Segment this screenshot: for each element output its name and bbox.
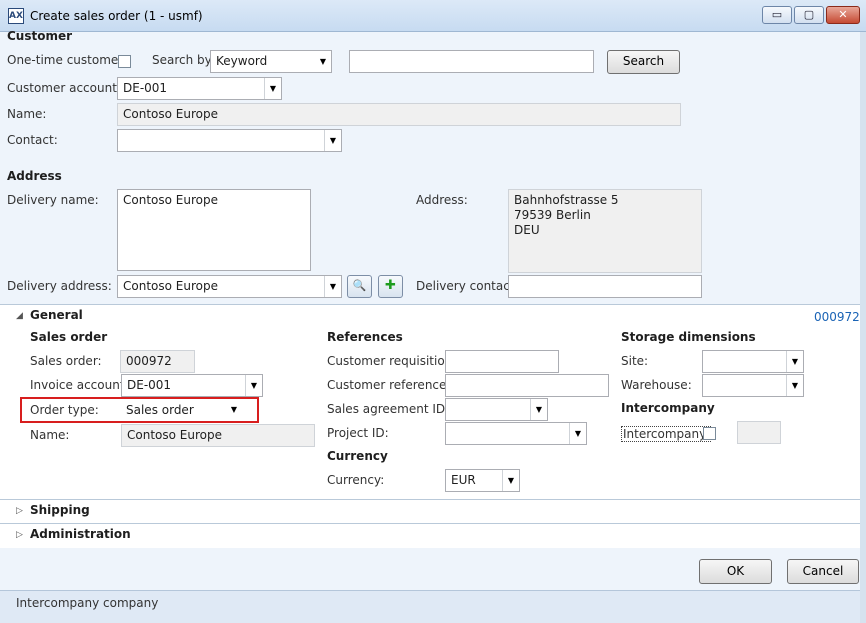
customer-requisition-field[interactable] (445, 350, 559, 373)
address-field: Bahnhofstrasse 5 79539 Berlin DEU (508, 189, 702, 273)
intercompany-checkbox[interactable] (703, 427, 716, 440)
window-title: Create sales order (1 - usmf) (30, 9, 203, 23)
sales-order-label: Sales order: (30, 354, 102, 368)
invoice-account-label: Invoice account: (30, 378, 129, 392)
maximize-button[interactable]: ▢ (794, 6, 824, 24)
address-lookup-button[interactable]: 🔍 (347, 275, 372, 298)
collapse-icon[interactable]: ◢ (16, 311, 23, 321)
dropdown-arrow-icon[interactable]: ▼ (530, 399, 547, 420)
expand-icon[interactable]: ▷ (16, 530, 23, 540)
sales-order-header: Sales order (30, 330, 108, 344)
dropdown-arrow-icon[interactable]: ▼ (245, 375, 262, 396)
contact-label: Contact: (7, 133, 58, 147)
customer-account-value: DE-001 (123, 81, 168, 95)
address-label: Address: (416, 193, 468, 207)
project-id-label: Project ID: (327, 426, 389, 440)
customer-name-field: Contoso Europe (117, 103, 681, 126)
sales-agreement-label: Sales agreement ID: (327, 402, 450, 416)
currency-value: EUR (451, 473, 476, 487)
dropdown-arrow-icon[interactable]: ▼ (264, 78, 281, 99)
search-by-value: Keyword (216, 54, 268, 68)
divider (0, 523, 860, 524)
project-id-combo[interactable]: ▼ (445, 422, 587, 445)
plus-icon: ✚ (385, 278, 396, 293)
address-line: DEU (514, 223, 540, 237)
invoice-account-value: DE-001 (127, 378, 172, 392)
customer-account-label: Customer account: (7, 81, 121, 95)
cancel-button[interactable]: Cancel (787, 559, 859, 584)
search-button[interactable]: Search (607, 50, 680, 74)
search-input[interactable] (349, 50, 594, 73)
sales-agreement-combo[interactable]: ▼ (445, 398, 548, 421)
delivery-address-label: Delivery address: (7, 279, 112, 293)
delivery-name-field[interactable]: Contoso Europe (117, 189, 311, 271)
order-type-label: Order type: (30, 403, 99, 417)
sales-order-id-field: 000972 (120, 350, 195, 373)
intercompany-header: Intercompany (621, 401, 715, 415)
one-time-customer-checkbox[interactable] (118, 55, 131, 68)
expand-icon[interactable]: ▷ (16, 506, 23, 516)
site-combo[interactable]: ▼ (702, 350, 804, 373)
tab-shipping[interactable]: Shipping (30, 503, 90, 517)
address-line: 79539 Berlin (514, 208, 591, 222)
dropdown-arrow-icon[interactable]: ▼ (324, 276, 341, 297)
ok-button[interactable]: OK (699, 559, 772, 584)
storage-dimensions-header: Storage dimensions (621, 330, 756, 344)
address-header: Address (7, 169, 62, 183)
customer-header: Customer (7, 29, 73, 43)
address-line: Bahnhofstrasse 5 (514, 193, 619, 207)
invoice-account-combo[interactable]: DE-001 ▼ (121, 374, 263, 397)
divider (0, 499, 860, 500)
order-type-select[interactable]: Sales order ▼ (120, 399, 243, 421)
delivery-address-combo[interactable]: Contoso Europe ▼ (117, 275, 342, 298)
dropdown-arrow-icon[interactable]: ▼ (324, 130, 341, 151)
warehouse-combo[interactable]: ▼ (702, 374, 804, 397)
delivery-name-label: Delivery name: (7, 193, 99, 207)
site-label: Site: (621, 354, 649, 368)
search-by-label: Search by: (152, 53, 215, 67)
contact-combo[interactable]: ▼ (117, 129, 342, 152)
one-time-customer-label: One-time customer: (7, 53, 128, 67)
address-book-icon: 🔍 (352, 279, 367, 292)
currency-combo[interactable]: EUR ▼ (445, 469, 520, 492)
currency-header: Currency (327, 449, 388, 463)
warehouse-label: Warehouse: (621, 378, 692, 392)
minimize-button[interactable]: ▭ (762, 6, 792, 24)
references-header: References (327, 330, 403, 344)
app-icon: AX (8, 8, 24, 24)
general-summary: 000972 (814, 310, 860, 324)
dropdown-arrow-icon[interactable]: ▼ (502, 470, 519, 491)
customer-reference-label: Customer reference: (327, 378, 451, 392)
dropdown-arrow-icon[interactable]: ▼ (569, 423, 586, 444)
general-name-field: Contoso Europe (121, 424, 315, 447)
delivery-address-value: Contoso Europe (123, 279, 218, 293)
general-name-label: Name: (30, 428, 70, 442)
tab-general[interactable]: General (30, 308, 83, 322)
delivery-contact-label: Delivery contact: (416, 279, 519, 293)
order-type-value: Sales order (126, 403, 194, 417)
dropdown-arrow-icon: ▼ (319, 57, 327, 66)
close-button[interactable]: ✕ (826, 6, 860, 24)
dropdown-arrow-icon[interactable]: ▼ (786, 351, 803, 372)
intercompany-label: Intercompany: (621, 426, 712, 442)
divider (0, 304, 860, 305)
dropdown-arrow-icon: ▼ (230, 405, 238, 414)
currency-label: Currency: (327, 473, 385, 487)
search-by-select[interactable]: Keyword ▼ (210, 50, 332, 73)
dropdown-arrow-icon[interactable]: ▼ (786, 375, 803, 396)
customer-name-label: Name: (7, 107, 47, 121)
delivery-contact-field[interactable] (508, 275, 702, 298)
status-text: Intercompany company (16, 596, 159, 610)
vertical-scrollbar[interactable] (860, 32, 866, 623)
add-address-button[interactable]: ✚ (378, 275, 403, 298)
intercompany-value-field (737, 421, 781, 444)
customer-requisition-label: Customer requisition: (327, 354, 457, 368)
customer-reference-field[interactable] (445, 374, 609, 397)
customer-account-combo[interactable]: DE-001 ▼ (117, 77, 282, 100)
tab-administration[interactable]: Administration (30, 527, 131, 541)
